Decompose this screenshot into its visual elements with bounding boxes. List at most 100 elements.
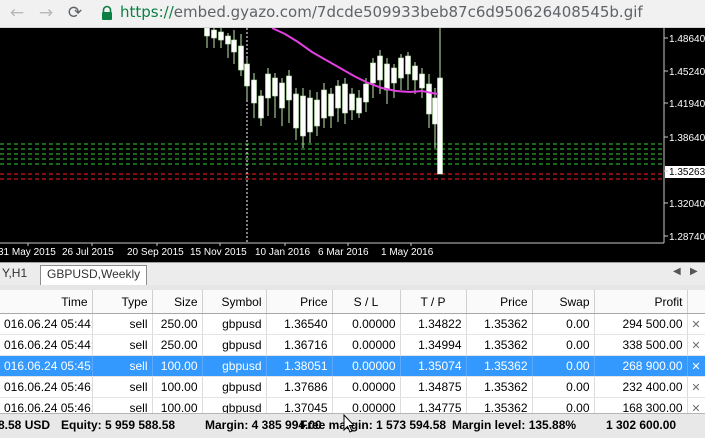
cell-type: sell [92,313,153,335]
date-label: 20 Sep 2015 [127,247,184,258]
table-row[interactable]: 016.06.24 05:44:30sell250.00gbpusd1.3671… [0,334,705,356]
candle-body [225,35,231,45]
candle-body [335,85,341,109]
date-label: 31 May 2015 [0,247,56,258]
candle-body [293,93,299,129]
candle-body [218,31,224,41]
address-bar[interactable]: https://embed.gyazo.com/7dcde509933beb87… [120,3,643,21]
back-button[interactable]: ← [6,2,28,24]
cell-symbol: gbpusd [202,355,267,377]
mouse-pointer-icon [343,414,355,433]
forward-button[interactable]: → [35,2,57,24]
cell-swap: 0.00 [532,313,595,335]
price-label: 1.41940 [669,99,705,110]
cell-symbol: gbpusd [202,313,267,335]
arrow-right-icon: → [38,3,54,23]
col-profit[interactable]: Profit [594,290,688,314]
date-label: 1 May 2016 [381,247,434,258]
cell-profit: 294 500.00 [594,313,688,335]
candle-body [286,75,292,101]
candle-body [307,97,313,133]
close-icon[interactable]: ✕ [687,376,705,398]
time-axis: 31 May 2015 26 Jul 2015 20 Sep 2015 15 Nov … [0,243,434,258]
cell-swap: 0.00 [532,376,595,398]
date-label: 10 Jan 2016 [255,247,310,258]
candle-body [398,57,404,79]
cell-size: 100.00 [152,355,203,377]
candle-body [363,83,369,103]
col-price[interactable]: Price [266,290,333,314]
col-tp[interactable]: T / P [400,290,467,314]
candle-body [279,82,285,109]
candlesticks [204,28,443,175]
cell-type: sell [92,355,153,377]
equity-value: Equity: 5 959 588.58 [61,418,176,432]
price-label: 1.32040 [669,199,705,210]
candle-body [258,95,264,119]
reload-button[interactable]: ⟳ [64,2,86,24]
close-icon[interactable]: ✕ [687,334,705,356]
balance-value: 8.58 USD [0,418,51,432]
candle-body [370,62,376,84]
lock-icon [102,5,112,20]
table-row[interactable]: 016.06.24 05:45:25sell100.00gbpusd1.3805… [0,355,705,377]
date-label: 6 Mar 2016 [318,247,369,258]
candle-body [244,63,250,87]
price-label: 1.48640 [669,34,705,45]
close-icon[interactable]: ✕ [687,313,705,335]
candle-body [412,65,418,81]
cell-sl: 0.00000 [332,355,401,377]
col-symbol[interactable]: Symbol [202,290,267,314]
col-close [687,290,705,314]
col-type[interactable]: Type [92,290,153,314]
tab-partial[interactable]: Y,H1 [0,265,33,282]
arrow-left-icon: ← [9,3,25,23]
cell-symbol: gbpusd [202,376,267,398]
candle-body [391,67,397,84]
reload-icon: ⟳ [67,3,83,23]
cell-size: 100.00 [152,376,203,398]
table-header: Time Type Size Symbol Price S / L T / P … [0,290,705,314]
browser-toolbar: ← → ⟳ https://embed.gyazo.com/7dcde50993… [0,0,705,28]
cell-profit: 268 900.00 [594,355,688,377]
chart-tabs: Y,H1 GBPUSD,Weekly ◀ ▶ [0,262,705,286]
table-row[interactable]: 016.06.24 05:46:04sell100.00gbpusd1.3768… [0,376,705,398]
chart-canvas: 1.48640 1.45240 1.41940 1.38640 1.35263 1.320… [0,28,705,258]
price-chart[interactable]: 1.48640 1.45240 1.41940 1.38640 1.35263 1.320… [0,28,705,262]
cell-cur: 1.35362 [466,376,533,398]
table-row[interactable]: 016.06.24 05:44:06sell250.00gbpusd1.3654… [0,313,705,335]
candle-body [405,55,411,75]
close-icon[interactable]: ✕ [687,355,705,377]
col-sl[interactable]: S / L [332,290,401,314]
cell-tp: 1.35074 [400,355,467,377]
free-margin-value: Free margin: 1 573 594.58 [300,418,447,432]
cell-sl: 0.00000 [332,376,401,398]
col-size[interactable]: Size [152,290,203,314]
price-label: 1.35263 [669,167,705,178]
col-time[interactable]: Time [0,290,93,314]
cell-swap: 0.00 [532,334,595,356]
candle-body [426,83,432,115]
candle-body [377,55,383,81]
cell-symbol: gbpusd [202,334,267,356]
tab-scroll-left-icon[interactable]: ◀ [673,266,681,277]
candle-body [238,45,244,71]
cell-tp: 1.34822 [400,313,467,335]
candle-body [231,39,237,53]
cell-time: 016.06.24 05:44:06 [0,313,93,335]
tab-gbpusd-weekly[interactable]: GBPUSD,Weekly [40,265,148,285]
candle-body [272,77,278,97]
col-current-price[interactable]: Price [466,290,533,314]
cell-price: 1.36540 [266,313,333,335]
cell-time: 016.06.24 05:44:30 [0,334,93,356]
cell-time: 016.06.24 05:46:04 [0,376,93,398]
tab-scroll-right-icon[interactable]: ▶ [690,266,698,277]
col-swap[interactable]: Swap [532,290,595,314]
cell-swap: 0.00 [532,355,595,377]
candle-body [300,95,306,137]
price-label: 1.38640 [669,133,705,144]
price-label: 1.45240 [669,67,705,78]
cell-sl: 0.00000 [332,334,401,356]
candle-body [356,97,362,114]
cell-price: 1.37686 [266,376,333,398]
